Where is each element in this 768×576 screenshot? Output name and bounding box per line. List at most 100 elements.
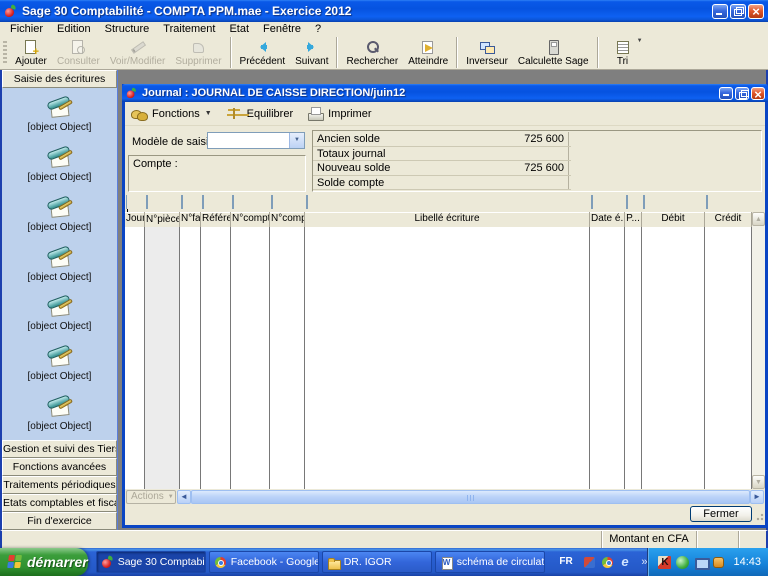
sidebar-group-button[interactable]: Etats comptables et fiscaux bbox=[2, 494, 117, 512]
column-header[interactable]: Crédit▲ bbox=[705, 212, 752, 227]
entry-input-field[interactable] bbox=[306, 195, 308, 209]
antivirus-icon[interactable] bbox=[658, 556, 671, 569]
vertical-scrollbar[interactable]: ▲ ▼ bbox=[752, 212, 765, 489]
sage-app-icon bbox=[4, 5, 17, 18]
toolbar-button[interactable]: Calculette Sage ▼ bbox=[513, 37, 598, 68]
column-header[interactable]: N°compt...▲ bbox=[231, 212, 270, 227]
word-document-icon bbox=[440, 556, 453, 569]
sidebar-item[interactable]: [object Object] bbox=[2, 189, 117, 239]
toolbar-button[interactable]: Atteindre ▼ bbox=[403, 37, 457, 68]
scroll-down-icon[interactable]: ▼ bbox=[752, 475, 765, 489]
journal-minimize-button[interactable] bbox=[719, 87, 733, 100]
actions-button[interactable]: Actions ▼ bbox=[126, 490, 176, 504]
sidebar-item[interactable]: [object Object] bbox=[2, 289, 117, 339]
sidebar-group-button[interactable]: Traitements périodiques bbox=[2, 476, 117, 494]
entry-input-field[interactable] bbox=[706, 195, 708, 209]
menu-item[interactable]: Edition bbox=[50, 22, 98, 36]
sidebar-group-button[interactable]: Fonctions avancées bbox=[2, 458, 117, 476]
column-header[interactable]: Date é...▲ bbox=[590, 212, 625, 227]
journal-window: Journal : JOURNAL DE CAISSE DIRECTION/ju… bbox=[122, 84, 768, 528]
equilibrer-button[interactable]: Equilibrer bbox=[226, 106, 293, 121]
entry-input-field[interactable] bbox=[626, 195, 628, 209]
imprimer-button[interactable]: Imprimer bbox=[307, 106, 371, 121]
sidebar-item[interactable]: [object Object] bbox=[2, 239, 117, 289]
toolbar-button[interactable]: Inverseur ▼ bbox=[461, 37, 513, 68]
toolbar-button[interactable]: Consulter ▼ bbox=[52, 37, 105, 68]
journal-codes-icon bbox=[43, 395, 77, 421]
menu-item[interactable]: Structure bbox=[98, 22, 157, 36]
entry-input-field[interactable] bbox=[146, 195, 148, 209]
scrollbar-track[interactable] bbox=[191, 490, 750, 504]
balance-label: Solde compte bbox=[313, 176, 439, 190]
combobox-dropdown-icon[interactable]: ▼ bbox=[289, 133, 304, 148]
menu-item[interactable]: Etat bbox=[222, 22, 256, 36]
menu-item[interactable]: Fichier bbox=[3, 22, 50, 36]
scrollbar-thumb[interactable] bbox=[191, 490, 750, 504]
fermer-button[interactable]: Fermer bbox=[690, 506, 752, 522]
column-header[interactable]: N°fa...▲ bbox=[180, 212, 201, 227]
entry-input-field[interactable] bbox=[202, 195, 204, 209]
table-body-column bbox=[305, 227, 590, 489]
toolbar-button[interactable]: Suivant ▼ bbox=[290, 37, 337, 68]
entry-input-field[interactable] bbox=[591, 195, 593, 209]
toolbar-button[interactable]: Ajouter ▼ bbox=[10, 37, 52, 68]
scroll-left-icon[interactable]: ◄ bbox=[177, 490, 191, 504]
scroll-right-icon[interactable]: ► bbox=[750, 490, 764, 504]
compte-label: Compte : bbox=[133, 158, 178, 170]
journal-close-button[interactable] bbox=[751, 87, 765, 100]
column-header[interactable]: Jour▲ bbox=[125, 212, 145, 227]
table-body-column bbox=[231, 227, 270, 489]
quicklaunch-app-icon[interactable] bbox=[583, 556, 596, 569]
menu-item[interactable]: Fenêtre bbox=[256, 22, 308, 36]
column-header[interactable]: N°pièce▲ bbox=[145, 212, 180, 227]
column-header[interactable]: Débit▲ bbox=[642, 212, 705, 227]
sidebar-group-button[interactable]: Fin d'exercice bbox=[2, 512, 117, 530]
restore-button[interactable] bbox=[730, 4, 746, 19]
menu-item[interactable]: Traitement bbox=[156, 22, 222, 36]
toolbar-button-label: Voir/Modifier bbox=[110, 56, 166, 67]
start-button[interactable]: démarrer bbox=[0, 548, 88, 576]
column-header[interactable]: Référe...▲ bbox=[201, 212, 231, 227]
toolbar-button[interactable]: Supprimer ▼ bbox=[170, 37, 230, 68]
scroll-up-icon[interactable]: ▲ bbox=[752, 212, 765, 226]
sidebar-group-saisie-ecritures[interactable]: Saisie des écritures bbox=[2, 70, 117, 88]
language-indicator[interactable]: FR bbox=[555, 553, 578, 571]
display-icon[interactable] bbox=[694, 556, 707, 569]
menu-item[interactable]: ? bbox=[308, 22, 328, 36]
sidebar-item[interactable]: [object Object] bbox=[2, 339, 117, 389]
toolbar-button-label: Supprimer bbox=[175, 56, 221, 67]
browser-icon[interactable] bbox=[601, 556, 614, 569]
taskbar-task[interactable]: Sage 30 Comptabil... bbox=[96, 551, 206, 573]
im-icon[interactable] bbox=[712, 556, 725, 569]
taskbar-task[interactable]: Facebook - Google... bbox=[209, 551, 319, 573]
column-header[interactable]: Libellé écriture▲ bbox=[305, 212, 590, 227]
entry-input-field[interactable] bbox=[271, 195, 273, 209]
sidebar-item[interactable]: [object Object] bbox=[2, 388, 117, 438]
sidebar-item[interactable]: [object Object] bbox=[2, 140, 117, 190]
balance-row: Ancien solde 725 600 bbox=[313, 132, 571, 147]
column-header[interactable]: N°compt...▲ bbox=[270, 212, 305, 227]
taskbar-task[interactable]: schéma de circulati... bbox=[435, 551, 545, 573]
column-header[interactable]: P...▲ bbox=[625, 212, 642, 227]
entry-input-field[interactable] bbox=[181, 195, 183, 209]
fonctions-button[interactable]: Fonctions ▼ bbox=[131, 106, 212, 121]
entry-input-field[interactable] bbox=[643, 195, 645, 209]
entry-input-field[interactable] bbox=[232, 195, 234, 209]
close-button[interactable] bbox=[748, 4, 764, 19]
resize-grip[interactable] bbox=[754, 511, 764, 521]
balance-row: Nouveau solde 725 600 bbox=[313, 161, 571, 176]
horizontal-scrollbar[interactable]: ◄ ► bbox=[177, 490, 764, 504]
toolbar-button[interactable]: Rechercher ▼ bbox=[341, 37, 403, 68]
toolbar-button[interactable]: Voir/Modifier ▼ bbox=[105, 37, 171, 68]
sidebar-item[interactable]: [object Object] bbox=[2, 90, 117, 140]
internet-explorer-icon[interactable] bbox=[619, 556, 632, 569]
taskbar-clock: 14:43 bbox=[733, 556, 761, 568]
toolbar-button[interactable]: Précédent ▼ bbox=[235, 37, 291, 68]
sidebar-group-button[interactable]: Gestion et suivi des Tiers bbox=[2, 440, 117, 458]
journal-maximize-button[interactable] bbox=[735, 87, 749, 100]
minimize-button[interactable] bbox=[712, 4, 728, 19]
toolbar-button[interactable]: Tri ▼ bbox=[602, 37, 644, 68]
modele-saisie-combobox[interactable]: ▼ bbox=[207, 132, 305, 149]
torrent-icon[interactable] bbox=[676, 556, 689, 569]
taskbar-task[interactable]: DR. IGOR bbox=[322, 551, 432, 573]
